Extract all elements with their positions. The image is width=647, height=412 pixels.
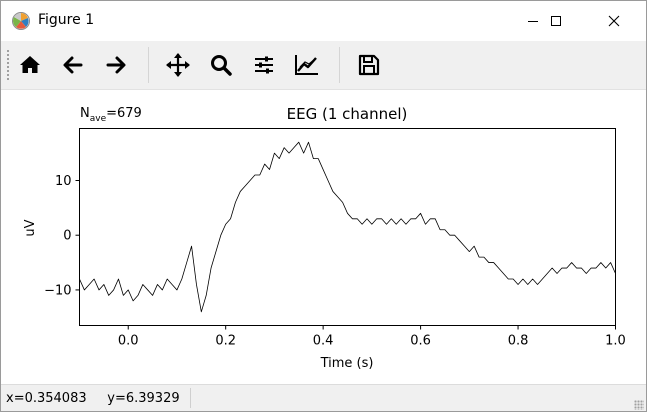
- plot-frame: [79, 128, 616, 326]
- resize-grip[interactable]: [634, 400, 644, 410]
- line-chart-icon: [295, 55, 318, 75]
- status-bar: x=0.354083 y=6.39329: [1, 384, 646, 411]
- home-button[interactable]: [14, 50, 46, 80]
- floppy-disk-icon: [358, 54, 380, 76]
- figure-window: Figure 1 Nave=679 EEG (1 channel) Time (…: [0, 0, 647, 412]
- cursor-coordinates: x=0.354083 y=6.39329: [6, 391, 180, 406]
- arrow-right-icon: [106, 56, 126, 74]
- toolbar-separator: [148, 47, 149, 83]
- back-button[interactable]: [57, 50, 89, 80]
- status-separator: [190, 388, 191, 408]
- y-tick-label: 10: [55, 174, 72, 189]
- x-tick-label: 0.6: [410, 334, 431, 349]
- maximize-icon: [551, 16, 561, 26]
- x-tick-label: 0.2: [215, 334, 236, 349]
- chart-title: EEG (1 channel): [287, 105, 408, 123]
- y-axis-label: uV: [23, 219, 38, 236]
- save-button[interactable]: [353, 50, 385, 80]
- zoom-button[interactable]: [205, 50, 237, 80]
- home-icon: [20, 56, 40, 73]
- nave-annotation-suffix: =679: [106, 106, 142, 121]
- forward-button[interactable]: [100, 50, 132, 80]
- eeg-trace-line: [79, 141, 616, 313]
- matplotlib-icon: [12, 12, 30, 30]
- x-tick-label: 0.0: [118, 334, 139, 349]
- title-bar: Figure 1: [1, 1, 646, 41]
- eeg-chart[interactable]: Nave=679 EEG (1 channel) Time (s) uV 0.0…: [1, 90, 646, 383]
- toolbar-separator: [339, 47, 340, 83]
- y-tick-label: −10: [44, 283, 71, 298]
- x-axis-label: Time (s): [320, 356, 374, 371]
- magnifier-icon: [211, 55, 232, 76]
- nave-annotation-main: N: [80, 106, 90, 121]
- x-tick-label: 0.8: [508, 334, 529, 349]
- y-tick-label: 0: [63, 229, 71, 244]
- nave-annotation-subscript: ave: [90, 114, 107, 124]
- x-tick-label: 0.4: [313, 334, 334, 349]
- subplots-button[interactable]: [248, 50, 280, 80]
- arrow-left-icon: [63, 56, 83, 74]
- toolbar-grip[interactable]: [6, 49, 10, 81]
- edit-axes-button[interactable]: [291, 50, 323, 80]
- close-button[interactable]: [591, 1, 637, 41]
- pan-button[interactable]: [162, 50, 194, 80]
- x-tick-label: 1.0: [605, 334, 626, 349]
- maximize-button[interactable]: [533, 1, 579, 41]
- sliders-icon: [255, 56, 273, 74]
- window-title: Figure 1: [38, 12, 95, 28]
- figure-canvas[interactable]: Nave=679 EEG (1 channel) Time (s) uV 0.0…: [1, 90, 646, 383]
- move-icon: [166, 53, 190, 77]
- navigation-toolbar: [1, 41, 646, 90]
- close-icon: [608, 15, 620, 27]
- nave-annotation: Nave=679: [80, 106, 142, 124]
